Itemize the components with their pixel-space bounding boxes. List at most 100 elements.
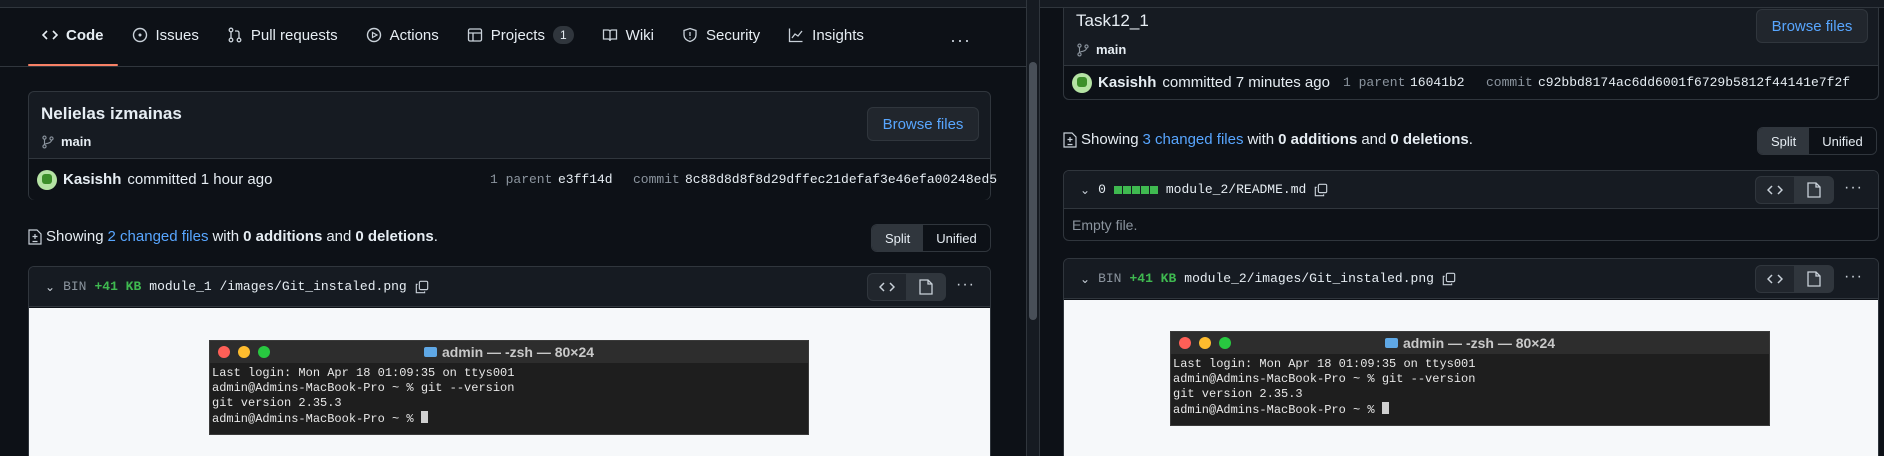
diff-summary: Showing 3 changed files with 0 additions…: [1063, 131, 1473, 148]
additions-count: 0 additions: [1278, 131, 1358, 148]
source-view-button[interactable]: [1755, 176, 1795, 204]
and-text: and: [326, 228, 352, 245]
folder-icon: [423, 347, 437, 357]
tab-wiki[interactable]: Wiki: [588, 18, 668, 52]
branch-label: main: [1076, 42, 1126, 57]
terminal-title: admin — -zsh — 80×24: [210, 344, 808, 360]
browse-files-button[interactable]: Browse files: [1756, 9, 1868, 43]
code-icon: [1767, 274, 1783, 284]
diff-view-toggle: Split Unified: [1757, 127, 1877, 155]
rich-view-button[interactable]: [906, 273, 946, 301]
source-view-button[interactable]: [867, 273, 907, 301]
commit-label: commit: [633, 172, 680, 187]
chevron-down-icon[interactable]: ⌄: [1080, 183, 1090, 197]
copy-icon[interactable]: [1314, 183, 1328, 197]
empty-file-text: Empty file.: [1072, 217, 1138, 233]
commit-title: Nelielas izmainas: [41, 104, 182, 123]
file-type: BIN: [63, 279, 87, 294]
file-path[interactable]: module_2/images/Git_instaled.png: [1184, 271, 1434, 286]
diffstat-count: 0: [1098, 182, 1106, 197]
tab-code[interactable]: Code: [28, 18, 118, 66]
diff-view-toggle: Split Unified: [871, 224, 991, 252]
file-icon: [1807, 182, 1821, 198]
file-path[interactable]: module_1 /images/Git_instaled.png: [149, 279, 406, 294]
terminal-line: git version 2.35.3: [212, 396, 342, 410]
file-options-button[interactable]: ···: [1844, 268, 1863, 286]
chevron-down-icon[interactable]: ⌄: [1080, 272, 1090, 286]
and-text: and: [1361, 131, 1387, 148]
file-diff: ⌄ BIN +41 KB module_1 /images/Git_instal…: [28, 266, 991, 456]
file-icon: [919, 279, 933, 295]
terminal-screenshot: admin — -zsh — 80×24 Last login: Mon Apr…: [209, 340, 809, 435]
branch-name: main: [61, 134, 92, 149]
tab-issues[interactable]: Issues: [118, 18, 213, 52]
shield-icon: [683, 27, 697, 43]
terminal-title-text: admin — -zsh — 80×24: [1402, 335, 1556, 351]
branch-icon: [1077, 42, 1089, 57]
graph-icon: [789, 28, 803, 43]
commit-author[interactable]: Kasishh: [63, 171, 121, 188]
changed-files-link[interactable]: 3 changed files: [1143, 131, 1244, 148]
parent-sha[interactable]: e3ff14d: [558, 172, 613, 187]
split-button[interactable]: Split: [1758, 128, 1810, 154]
terminal-line: admin@Admins-MacBook-Pro ~ % git --versi…: [212, 381, 515, 395]
left-pane: Code Issues Pull requests Actions Projec…: [0, 8, 1026, 456]
split-button[interactable]: Split: [872, 225, 924, 251]
period: .: [1468, 131, 1473, 148]
deletions-count: 0 deletions: [1390, 131, 1469, 148]
parent-sha[interactable]: 16041b2: [1410, 75, 1465, 90]
unified-button[interactable]: Unified: [923, 225, 990, 251]
commit-label: commit: [1486, 75, 1533, 90]
tab-projects-label: Projects: [490, 26, 545, 44]
avatar[interactable]: [1072, 72, 1092, 93]
file-options-button[interactable]: ···: [956, 276, 975, 294]
commit-author[interactable]: Kasishh: [1098, 74, 1156, 91]
code-icon: [1767, 185, 1783, 195]
terminal-line: admin@Admins-MacBook-Pro ~ %: [212, 412, 421, 426]
tab-insights[interactable]: Insights: [774, 18, 878, 52]
tab-security-label: Security: [705, 26, 761, 44]
readme-diff: ⌄ 0 module_2/README.md ··· Empty file.: [1063, 170, 1879, 241]
tab-projects[interactable]: Projects 1: [453, 18, 588, 52]
rich-view-button[interactable]: [1794, 265, 1834, 293]
commit-meta-row: Kasishh committed 1 hour ago 1 parent e3…: [29, 158, 997, 200]
terminal-titlebar: admin — -zsh — 80×24: [1171, 332, 1769, 354]
tab-security[interactable]: Security: [668, 18, 774, 52]
more-options-button[interactable]: ···: [950, 30, 971, 51]
table-icon: [467, 28, 482, 42]
file-path[interactable]: module_2/README.md: [1166, 182, 1306, 197]
source-view-button[interactable]: [1755, 265, 1795, 293]
terminal-titlebar: admin — -zsh — 80×24: [210, 341, 808, 363]
rich-view-button[interactable]: [1794, 176, 1834, 204]
tab-pull-requests-label: Pull requests: [250, 26, 338, 44]
commit-title: Task12_1: [1076, 11, 1149, 30]
window-top-strip: [0, 0, 1884, 8]
branch-label: main: [41, 134, 91, 149]
chevron-down-icon[interactable]: ⌄: [45, 280, 55, 294]
unified-button[interactable]: Unified: [1809, 128, 1876, 154]
play-icon: [366, 27, 381, 43]
avatar[interactable]: [37, 169, 57, 190]
showing-text: Showing: [1081, 131, 1139, 148]
parent-label: 1 parent: [490, 172, 553, 187]
tab-pull-requests[interactable]: Pull requests: [213, 18, 352, 52]
terminal-cursor: [420, 411, 428, 423]
terminal-cursor: [1381, 402, 1389, 414]
file-options-button[interactable]: ···: [1844, 179, 1863, 197]
book-icon: [602, 29, 617, 42]
copy-icon[interactable]: [415, 280, 429, 294]
diffstat-bar: [1113, 185, 1158, 194]
copy-icon[interactable]: [1442, 272, 1456, 286]
branch-name: main: [1096, 42, 1127, 57]
terminal-line: git version 2.35.3: [1173, 387, 1303, 401]
pull-request-icon: [228, 27, 242, 43]
code-icon: [879, 282, 895, 292]
file-icon: [1807, 271, 1821, 287]
file-diff: ⌄ BIN +41 KB module_2/images/Git_instale…: [1063, 258, 1879, 456]
tab-actions[interactable]: Actions: [352, 18, 453, 52]
with-text: with: [212, 228, 240, 245]
changed-files-link[interactable]: 2 changed files: [108, 228, 209, 245]
commit-sha: c92bbd8174ac6dd6001f6729b5812f44141e7f2f: [1538, 75, 1851, 90]
scrollbar-thumb[interactable]: [1029, 62, 1037, 320]
browse-files-button[interactable]: Browse files: [867, 107, 979, 141]
